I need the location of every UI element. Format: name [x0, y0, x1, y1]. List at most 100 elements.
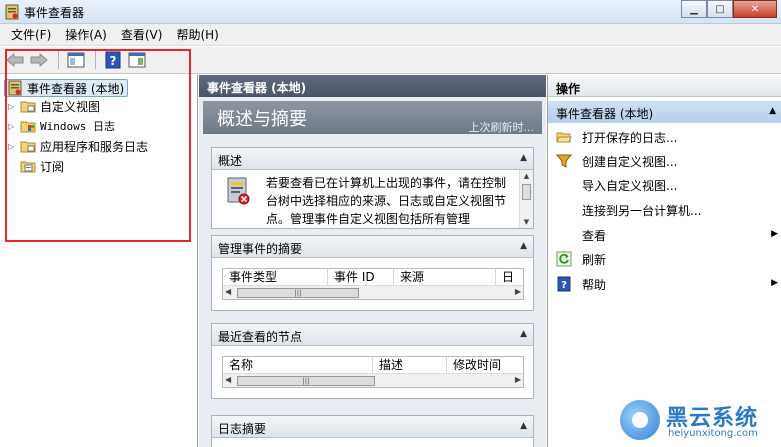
scroll-right-arrow-icon[interactable]: ▶ — [515, 287, 521, 296]
menu-bar: 文件(F) 操作(A) 查看(V) 帮助(H) — [0, 24, 781, 46]
column-header-event-type[interactable]: 事件类型 — [223, 269, 328, 285]
action-connect-another-computer[interactable]: 连接到另一台计算机... — [556, 200, 778, 220]
svg-text:?: ? — [561, 280, 567, 291]
help-button[interactable]: ? — [102, 50, 124, 70]
console-tree-icon — [67, 52, 85, 68]
menu-view[interactable]: 查看(V) — [114, 26, 170, 43]
log-summary-section: 日志摘要 ▲ — [211, 415, 534, 447]
actions-pane: 操作 事件查看器 (本地) ▲ 打开保存的日志... 创建自定义视图... 导入… — [547, 75, 781, 447]
action-label: 连接到另一台计算机... — [582, 203, 702, 218]
show-hide-action-pane-button[interactable] — [126, 50, 148, 70]
collapse-arrow-icon[interactable]: ▲ — [520, 241, 527, 251]
center-pane-header: 事件查看器 (本地) — [199, 75, 546, 97]
maximize-button[interactable]: □ — [707, 0, 733, 18]
action-help[interactable]: ? 帮助 ▶ — [556, 274, 778, 294]
tree-node-custom-views[interactable]: ▷ 自定义视图 — [8, 97, 100, 115]
last-refresh-label: 上次刷新时... — [468, 121, 535, 134]
window-controls: ▁ □ ✕ — [681, 0, 777, 18]
column-header-log[interactable]: 日 — [496, 269, 523, 285]
action-open-saved-log[interactable]: 打开保存的日志... — [556, 127, 778, 147]
forward-arrow-icon — [30, 52, 48, 68]
collapse-arrow-icon[interactable]: ▲ — [520, 421, 527, 431]
back-button[interactable] — [4, 50, 26, 70]
scroll-up-arrow-icon[interactable]: ▲ — [520, 170, 533, 182]
summary-horizontal-scrollbar[interactable]: ◀ ||| ▶ — [223, 285, 523, 299]
svg-text:?: ? — [110, 54, 117, 68]
scroll-right-arrow-icon[interactable]: ▶ — [515, 375, 521, 384]
column-header-description[interactable]: 描述 — [373, 357, 447, 373]
tree-root-label: 事件查看器 (本地) — [27, 81, 125, 96]
console-tree: 事件查看器 (本地) ▷ 自定义视图 ▷ Windows 日志 ▷ 应用程序和服… — [0, 75, 198, 447]
recent-horizontal-scrollbar[interactable]: ◀ ||| ▶ — [223, 373, 523, 387]
title-bar: 事件查看器 ▁ □ ✕ — [0, 0, 781, 24]
scroll-thumb[interactable] — [522, 184, 531, 200]
recently-viewed-nodes-section: 最近查看的节点 ▲ 名称 描述 修改时间 ◀ ||| ▶ — [211, 323, 534, 399]
column-header-event-id[interactable]: 事件 ID — [328, 269, 394, 285]
scroll-thumb[interactable]: ||| — [237, 288, 359, 298]
action-label: 导入自定义视图... — [582, 178, 678, 193]
minimize-button[interactable]: ▁ — [681, 0, 707, 18]
collapse-arrow-icon[interactable]: ▲ — [520, 329, 527, 339]
window-title: 事件查看器 — [24, 6, 85, 20]
collapse-arrow-icon[interactable]: ▲ — [520, 153, 527, 163]
help-icon: ? — [105, 51, 121, 69]
tree-node-apps-services-logs[interactable]: ▷ 应用程序和服务日志 — [8, 137, 148, 155]
actions-group-header[interactable]: 事件查看器 (本地) ▲ — [548, 101, 781, 123]
expand-triangle-icon[interactable]: ▷ — [8, 102, 18, 111]
folder-icon — [20, 98, 36, 114]
scroll-down-arrow-icon[interactable]: ▼ — [520, 216, 533, 228]
forward-button[interactable] — [28, 50, 50, 70]
subscription-icon — [20, 158, 36, 174]
center-pane: 事件查看器 (本地) 概述与摘要 上次刷新时... 概述 ▲ 若要查看已在计算机… — [199, 75, 546, 447]
column-header-name[interactable]: 名称 — [223, 357, 373, 373]
recent-grid: 名称 描述 修改时间 ◀ ||| ▶ — [222, 356, 524, 388]
menu-action[interactable]: 操作(A) — [58, 26, 114, 43]
overview-vertical-scrollbar[interactable]: ▲ ▼ — [519, 170, 533, 228]
menu-file[interactable]: 文件(F) — [4, 26, 58, 43]
tree-root-event-viewer-local[interactable]: 事件查看器 (本地) — [4, 79, 129, 97]
help-icon: ? — [556, 276, 572, 292]
no-icon — [556, 177, 572, 193]
summary-grid-header: 事件类型 事件 ID 来源 日 — [223, 269, 523, 285]
event-viewer-app-icon — [4, 4, 20, 20]
close-button[interactable]: ✕ — [733, 0, 777, 18]
tree-node-label: 应用程序和服务日志 — [40, 139, 149, 154]
collapse-arrow-icon[interactable]: ▲ — [769, 106, 776, 116]
recent-section-header[interactable]: 最近查看的节点 ▲ — [212, 324, 533, 346]
tree-node-label: 自定义视图 — [40, 99, 101, 114]
toolbar-separator — [95, 51, 96, 69]
menu-help[interactable]: 帮助(H) — [169, 26, 225, 43]
tree-node-windows-logs[interactable]: ▷ Windows 日志 — [8, 117, 115, 135]
action-import-custom-view[interactable]: 导入自定义视图... — [556, 175, 778, 195]
scroll-left-arrow-icon[interactable]: ◀ — [225, 375, 231, 384]
action-refresh[interactable]: 刷新 — [556, 249, 778, 269]
section-title: 管理事件的摘要 — [218, 242, 303, 256]
section-title: 概述 — [218, 154, 243, 168]
scroll-thumb[interactable]: ||| — [237, 376, 375, 386]
log-summary-header[interactable]: 日志摘要 ▲ — [212, 416, 533, 438]
action-create-custom-view[interactable]: 创建自定义视图... — [556, 151, 778, 171]
brand-logo-icon — [620, 400, 660, 440]
section-title: 最近查看的节点 — [218, 330, 303, 344]
actions-group-label: 事件查看器 (本地) — [556, 107, 654, 121]
windows-logs-icon — [20, 118, 36, 134]
summary-section-header[interactable]: 管理事件的摘要 ▲ — [212, 236, 533, 258]
site-watermark: 黑云系统 heiyunxitong.com — [614, 396, 781, 447]
action-view[interactable]: 查看 ▶ — [556, 225, 778, 245]
scroll-left-arrow-icon[interactable]: ◀ — [225, 287, 231, 296]
submenu-arrow-icon: ▶ — [771, 278, 778, 288]
summary-grid: 事件类型 事件 ID 来源 日 ◀ ||| ▶ — [222, 268, 524, 300]
tree-node-label: 订阅 — [40, 159, 65, 174]
section-title: 日志摘要 — [218, 422, 267, 436]
tree-node-subscriptions[interactable]: 订阅 — [8, 157, 64, 175]
banner-title: 概述与摘要 — [217, 109, 307, 130]
show-hide-console-tree-button[interactable] — [65, 50, 87, 70]
folder-icon — [20, 138, 36, 154]
expand-triangle-icon[interactable]: ▷ — [8, 142, 18, 151]
column-header-source[interactable]: 来源 — [394, 269, 496, 285]
column-header-modified[interactable]: 修改时间 — [447, 357, 523, 373]
overview-section-header[interactable]: 概述 ▲ — [212, 148, 533, 170]
open-folder-icon — [556, 129, 572, 145]
back-arrow-icon — [6, 52, 24, 68]
expand-triangle-icon[interactable]: ▷ — [8, 122, 18, 131]
